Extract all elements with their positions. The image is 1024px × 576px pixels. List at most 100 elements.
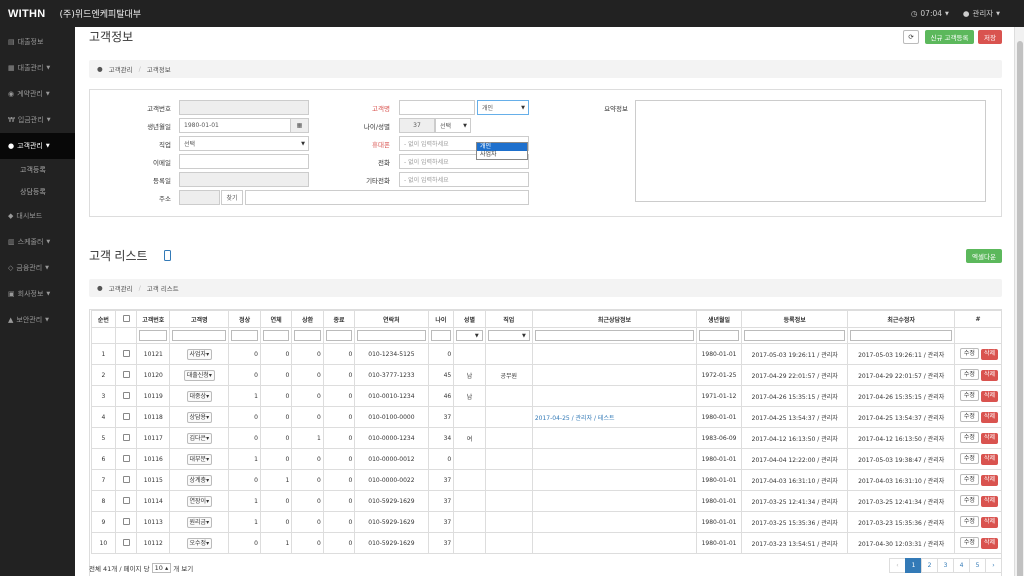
breadcrumb-home[interactable]: 고객관리 (109, 64, 133, 74)
table-row[interactable]: 6 10116 대부분▾ 1 0 0 0 010-0000-0012 0 1980-01-01 20… (91, 448, 1003, 470)
column-header[interactable]: 정상 (228, 310, 261, 328)
filter-input[interactable] (172, 330, 227, 341)
sidebar-item-company[interactable]: ▣ 회사정보 ▼ (0, 281, 75, 307)
select-all-checkbox[interactable] (122, 314, 130, 322)
customer-name-dropdown[interactable]: 사업자▾ (186, 348, 213, 360)
filter-input[interactable] (325, 330, 353, 341)
row-checkbox[interactable] (122, 412, 130, 420)
table-row[interactable]: 7 10115 상계충▾ 0 1 0 0 010-0000-0022 37 1980-01-01 2… (91, 469, 1003, 491)
filter-input[interactable] (743, 330, 846, 341)
clock-dropdown[interactable]: ◷ 07:04 ▼ (911, 9, 949, 18)
table-row[interactable]: 1 10121 사업자▾ 0 0 0 0 010-1234-5125 0 1980-01-01 20… (91, 343, 1003, 365)
per-page-select[interactable]: 10 ▴ (151, 563, 172, 573)
filter-input[interactable] (534, 330, 695, 341)
name-field[interactable] (399, 100, 475, 115)
next-page-button[interactable]: › (985, 558, 1002, 573)
filter-input[interactable] (357, 330, 426, 341)
row-checkbox[interactable] (122, 370, 130, 378)
column-header[interactable]: 최근수정자 (847, 310, 955, 328)
column-header[interactable]: 등록정보 (740, 310, 849, 328)
breadcrumb-home[interactable]: 고객관리 (109, 283, 133, 293)
delete-button[interactable]: 삭제 (980, 412, 998, 423)
delete-button[interactable]: 삭제 (980, 433, 998, 444)
delete-button[interactable]: 삭제 (980, 391, 998, 402)
row-checkbox[interactable] (122, 517, 130, 525)
edit-button[interactable]: 수정 (959, 369, 979, 380)
sidebar-sub-consult-register[interactable]: 상담등록 (0, 181, 75, 203)
address-field[interactable] (245, 190, 529, 205)
customer-name-dropdown[interactable]: 김다은▾ (186, 432, 213, 444)
column-header[interactable]: 연체 (259, 310, 293, 328)
refresh-button[interactable]: ⟳ (903, 30, 919, 44)
delete-button[interactable]: 삭제 (980, 454, 998, 465)
edit-button[interactable]: 수정 (959, 474, 979, 485)
customer-type-select[interactable]: 개인 ▼ (477, 100, 529, 115)
save-button[interactable]: 저장 (978, 30, 1002, 44)
column-header[interactable]: 성별 (453, 310, 486, 328)
table-row[interactable]: 9 10113 원리금▾ 1 0 0 0 010-5929-1629 37 1980-01-01 2… (91, 511, 1003, 533)
column-header[interactable]: 종료 (322, 310, 356, 328)
sidebar-item-contract[interactable]: ◉ 계약관리 ▼ (0, 81, 75, 107)
delete-button[interactable]: 삭제 (980, 349, 998, 360)
sidebar-item-loan-mgmt[interactable]: ▦ 대출관리 ▼ (0, 55, 75, 81)
birth-field[interactable]: 1980-01-01 (179, 118, 291, 133)
table-row[interactable]: 3 10119 대중상▾ 1 0 0 0 010-0010-1234 46 남 1971-01-12… (91, 385, 1003, 407)
column-header[interactable]: 상환 (291, 310, 324, 328)
find-address-button[interactable]: 찾기 (221, 190, 243, 205)
delete-button[interactable]: 삭제 (980, 538, 998, 549)
column-header[interactable] (114, 310, 138, 328)
row-checkbox[interactable] (122, 454, 130, 462)
edit-button[interactable]: 수정 (959, 537, 979, 548)
column-header[interactable]: 나이 (427, 310, 455, 328)
excel-download-button[interactable]: 엑셀다운 (966, 249, 1002, 263)
new-customer-button[interactable]: 신규 고객등록 (925, 30, 974, 44)
table-row[interactable]: 5 10117 김다은▾ 0 0 1 0 010-0000-1234 34 여 1983-06-09… (91, 427, 1003, 449)
calendar-icon[interactable]: ▦ (290, 118, 309, 133)
sidebar-item-deposit[interactable]: ₩ 입금관리 ▼ (0, 107, 75, 133)
edit-button[interactable]: 수정 (959, 390, 979, 401)
edit-button[interactable]: 수정 (959, 516, 979, 527)
customer-name-dropdown[interactable]: 대부분▾ (186, 453, 213, 465)
filter-input[interactable] (231, 330, 258, 341)
sidebar-item-security[interactable]: ▲ 보안관리 ▼ (0, 307, 75, 333)
edit-button[interactable]: 수정 (959, 411, 979, 422)
delete-button[interactable]: 삭제 (980, 517, 998, 528)
filter-select[interactable]: ▼ (456, 330, 483, 341)
page-scrollbar[interactable] (1014, 27, 1024, 576)
row-checkbox[interactable] (122, 475, 130, 483)
sidebar-item-loan-info[interactable]: ▤ 대출정보 (0, 29, 75, 55)
page-button-4[interactable]: 4 (953, 558, 970, 573)
sidebar-sub-customer-register[interactable]: 고객등록 (0, 159, 75, 181)
row-checkbox[interactable] (122, 391, 130, 399)
row-checkbox[interactable] (122, 538, 130, 546)
filter-input[interactable] (262, 330, 290, 341)
dropdown-option-business[interactable]: 사업자 (477, 151, 527, 159)
sidebar-item-dashboard[interactable]: ◆ 대시보드 (0, 203, 75, 229)
sidebar-item-scheduler[interactable]: ▥ 스케줄러 ▼ (0, 229, 75, 255)
column-header[interactable]: 직업 (484, 310, 533, 328)
summary-textarea[interactable] (635, 100, 986, 202)
row-checkbox[interactable] (122, 496, 130, 504)
customer-name-dropdown[interactable]: 오수정▾ (186, 537, 213, 549)
table-row[interactable]: 8 10114 연장이▾ 1 0 0 0 010-5929-1629 37 1980-01-01 2… (91, 490, 1003, 512)
filter-select[interactable]: ▼ (487, 330, 530, 341)
customer-name-dropdown[interactable]: 상담용▾ (186, 411, 213, 423)
user-dropdown[interactable]: ● 관리자 ▼ (963, 8, 1000, 19)
column-header[interactable]: 고객명 (169, 310, 230, 328)
table-row[interactable]: 10 10112 오수정▾ 0 1 0 0 010-5929-1629 37 1980-01-01… (91, 532, 1003, 554)
mobile-icon[interactable] (163, 250, 171, 261)
filter-input[interactable] (139, 330, 168, 341)
job-select[interactable]: 선택 ▼ (179, 136, 309, 151)
customer-name-dropdown[interactable]: 대출신청▾ (183, 369, 215, 381)
column-header[interactable]: 고객번호 (136, 310, 171, 328)
customer-name-dropdown[interactable]: 상계충▾ (186, 474, 213, 486)
column-header[interactable]: 연락처 (354, 310, 429, 328)
other-phone-field[interactable]: - 없이 입력하세요 (399, 172, 529, 187)
column-header[interactable]: 최근상담정보 (531, 310, 698, 328)
edit-button[interactable]: 수정 (959, 453, 979, 464)
filter-input[interactable] (850, 330, 952, 341)
sidebar-item-customer[interactable]: ● 고객관리 ▼ (0, 133, 75, 159)
page-button-5[interactable]: 5 (969, 558, 986, 573)
row-checkbox[interactable] (122, 349, 130, 357)
filter-input[interactable] (699, 330, 739, 341)
